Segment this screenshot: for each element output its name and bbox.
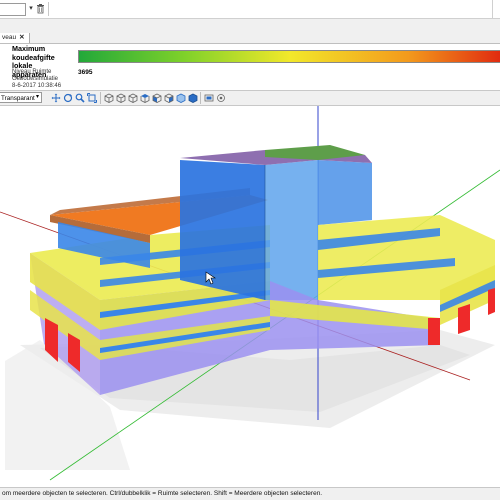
hot-zone: [488, 288, 495, 315]
legend-meta: Niveau Ruimte Gebouwsimulatie 8-6-2017 1…: [12, 69, 61, 89]
tab-document[interactable]: veau ✕: [0, 33, 30, 43]
status-bar: om meerdere objecten te selecteren. Ctrl…: [0, 487, 500, 500]
color-scale-bar: [78, 50, 500, 63]
trash-icon[interactable]: [36, 3, 45, 14]
building-model[interactable]: [0, 106, 500, 487]
level-combo[interactable]: [0, 3, 26, 16]
tab-label: veau: [2, 34, 17, 41]
iso-view-icon[interactable]: [152, 93, 162, 103]
zoom-extents-icon[interactable]: [87, 93, 97, 103]
orbit-icon[interactable]: [63, 93, 73, 103]
zoom-icon[interactable]: [75, 93, 85, 103]
view-toolbar: Transparant ▾: [0, 91, 500, 106]
tower-left-face: [180, 160, 265, 300]
close-icon[interactable]: ✕: [19, 34, 24, 41]
hot-zone: [428, 318, 440, 345]
shading-icon[interactable]: [164, 93, 174, 103]
top-view-icon[interactable]: [140, 93, 150, 103]
3d-viewport[interactable]: [0, 106, 500, 487]
dropdown-arrow-icon[interactable]: ▾: [36, 93, 39, 100]
dropdown-arrow-icon[interactable]: ▾: [27, 3, 35, 14]
settings-icon[interactable]: [204, 93, 214, 103]
toolbar-separator: [100, 92, 101, 104]
tower-right-face: [318, 160, 372, 225]
legend-meta-line: Gebouwsimulatie: [12, 75, 59, 82]
settings-icon[interactable]: [216, 93, 226, 103]
tab-strip: veau ✕: [0, 33, 500, 44]
top-toolbar: ▾: [0, 0, 500, 19]
toolbar-separator: [200, 92, 201, 104]
legend-meta-line: Niveau Ruimte: [12, 69, 52, 75]
legend-panel: Maximum koudeafgifte lokale apparaten Ni…: [0, 44, 500, 91]
tower-front-face: [265, 160, 318, 300]
front-view-icon[interactable]: [116, 93, 126, 103]
render-icon[interactable]: [188, 93, 198, 103]
toolbar-divider: [492, 0, 493, 18]
status-text: om meerdere objecten te selecteren. Ctrl…: [2, 490, 323, 497]
toolbar-separator: [48, 2, 49, 16]
side-view-icon[interactable]: [128, 93, 138, 103]
cube-view-icon[interactable]: [104, 93, 114, 103]
hot-zone: [458, 304, 470, 334]
pan-icon[interactable]: [51, 93, 61, 103]
render-icon[interactable]: [176, 93, 186, 103]
legend-meta-line: 8-6-2017 10:38:46: [12, 82, 62, 89]
display-mode-label: Transparant: [1, 95, 35, 102]
legend-value: 3695: [78, 69, 93, 76]
